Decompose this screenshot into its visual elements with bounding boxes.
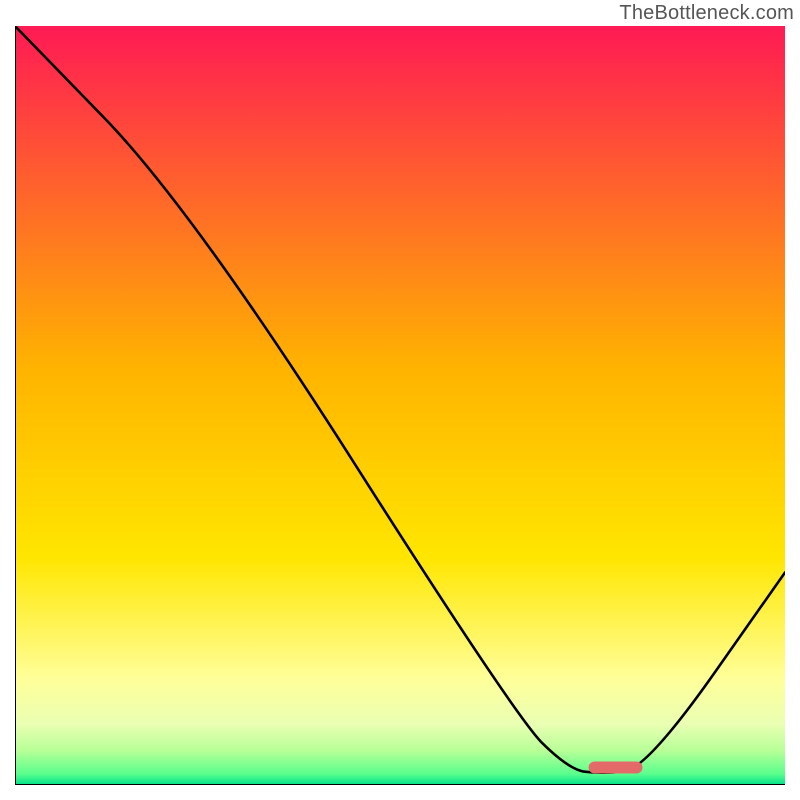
watermark-text: TheBottleneck.com bbox=[619, 2, 794, 25]
chart-svg bbox=[15, 26, 785, 785]
chart-plot-area bbox=[15, 26, 785, 785]
chart-stage: TheBottleneck.com bbox=[0, 0, 800, 800]
gradient-background bbox=[15, 26, 785, 785]
optimal-marker bbox=[589, 762, 643, 774]
